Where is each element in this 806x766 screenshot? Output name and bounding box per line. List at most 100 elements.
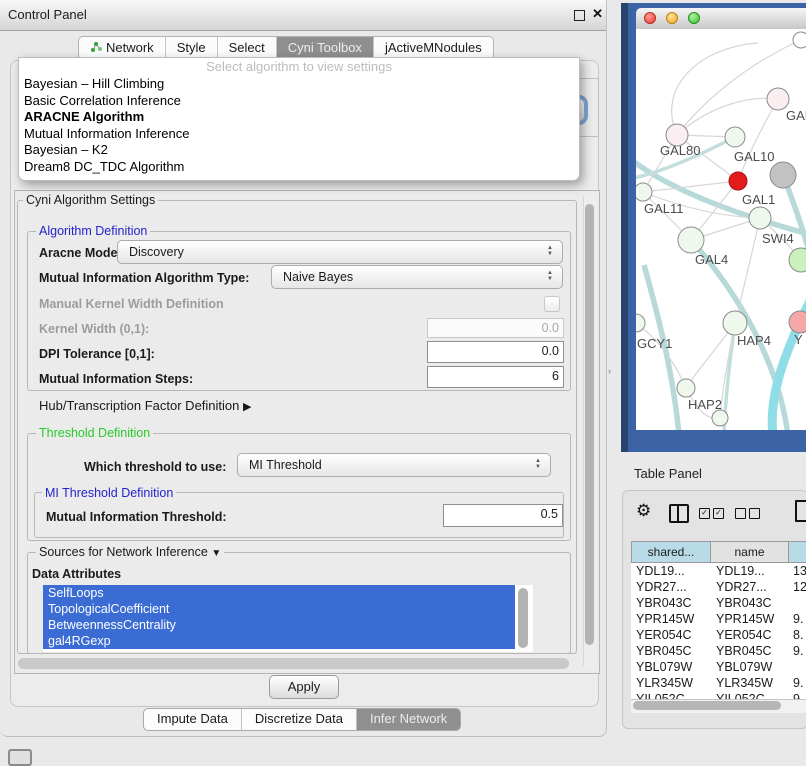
network-node[interactable] — [749, 207, 771, 229]
network-node-swi4[interactable] — [789, 248, 806, 272]
sources-group-title[interactable]: Sources for Network Inference ▼ — [36, 545, 224, 559]
network-canvas[interactable]: GALGAL80GAL10GAL1GAL11GAL4SWI4GCY1HAP4YH… — [636, 29, 806, 430]
close-window-icon[interactable] — [644, 12, 656, 24]
network-edge[interactable] — [735, 218, 760, 323]
algorithm-dropdown-placeholder: Select algorithm to view settings — [19, 59, 579, 76]
attribute-list-scrollbar-thumb[interactable] — [518, 588, 528, 648]
tab-cyni-toolbox[interactable]: Cyni Toolbox — [277, 37, 374, 59]
table-cell: YIL052C — [631, 691, 711, 699]
mi-steps-field[interactable]: 6 — [427, 366, 564, 388]
network-node-gal1[interactable] — [770, 162, 796, 188]
minimize-window-icon[interactable] — [666, 12, 678, 24]
table-panel-title: Table Panel — [634, 466, 702, 481]
close-icon[interactable]: ✕ — [592, 6, 603, 22]
column-layout-icon[interactable] — [669, 504, 689, 523]
mi-steps-label: Mutual Information Steps: — [39, 372, 193, 386]
panel-splitter-handle[interactable]: › — [608, 366, 611, 376]
network-edge[interactable] — [643, 181, 738, 192]
data-attribute-item[interactable]: BetweennessCentrality — [43, 617, 515, 633]
which-threshold-combobox[interactable]: MI Threshold ▲▼ — [237, 453, 551, 477]
network-node[interactable] — [712, 410, 728, 426]
network-node-gal4[interactable] — [678, 227, 704, 253]
which-threshold-value: MI Threshold — [249, 458, 322, 472]
network-node-gal[interactable] — [767, 88, 789, 110]
tab-style[interactable]: Style — [166, 37, 218, 59]
new-table-icon[interactable] — [795, 500, 806, 522]
network-node[interactable] — [729, 172, 747, 190]
select-all-checkbox-icon[interactable]: ✓ — [699, 508, 710, 519]
network-node-hap2[interactable] — [677, 379, 695, 397]
hub-definition-toggle[interactable]: Hub/Transcription Factor Definition ▶ — [39, 398, 251, 413]
settings-horizontal-scrollbar-thumb[interactable] — [18, 658, 569, 669]
table-row[interactable]: YBR043CYBR043C — [631, 595, 806, 611]
combobox-stepper-icon: ▲▼ — [547, 270, 553, 282]
network-node-hap4[interactable] — [723, 311, 747, 335]
network-node-gal11[interactable] — [636, 183, 652, 201]
combobox-stepper-icon: ▲▼ — [547, 245, 553, 257]
node-label: GCY1 — [637, 336, 672, 351]
bottom-tab-impute-data[interactable]: Impute Data — [144, 709, 242, 730]
control-panel: Control Panel ✕ Network StyleSelect Cyni T… — [0, 0, 607, 737]
zoom-window-icon[interactable] — [688, 12, 700, 24]
table-cell: 9 — [789, 691, 800, 699]
settings-vertical-scrollbar-thumb[interactable] — [585, 204, 594, 645]
network-icon — [90, 40, 102, 56]
gear-icon[interactable]: ⚙ — [636, 501, 651, 521]
aracne-mode-label: Aracne Mode: — [39, 246, 122, 260]
table-row[interactable]: YBR045CYBR045C9. — [631, 643, 806, 659]
apply-button[interactable]: Apply — [269, 675, 339, 699]
column-header[interactable]: name — [711, 541, 789, 563]
table-row[interactable]: YER054CYER054C8. — [631, 627, 806, 643]
mi-type-combobox[interactable]: Naive Bayes ▲▼ — [271, 265, 563, 289]
algorithm-option[interactable]: ARACNE Algorithm — [19, 109, 579, 126]
column-header[interactable]: shared... — [631, 541, 711, 563]
bottom-tab-discretize-data[interactable]: Discretize Data — [242, 709, 357, 730]
table-row[interactable]: YDR27...YDR27...12 — [631, 579, 806, 595]
node-label: GAL10 — [734, 149, 774, 164]
algorithm-option[interactable]: Dream8 DC_TDC Algorithm — [19, 159, 579, 176]
deselect-all-checkbox-icon[interactable] — [735, 508, 746, 519]
table-cell: YDR27... — [631, 579, 711, 595]
data-attribute-item[interactable]: TopologicalCoefficient — [43, 601, 515, 617]
kernel-width-field[interactable]: 0.0 — [427, 318, 564, 338]
table-row[interactable]: YDL19...YDL19...13 — [631, 563, 806, 579]
control-panel-titlebar: Control Panel ✕ — [0, 0, 606, 31]
aracne-mode-combobox[interactable]: Discovery ▲▼ — [117, 240, 563, 264]
float-window-icon[interactable] — [574, 10, 585, 21]
network-window-titlebar[interactable] — [636, 8, 806, 30]
table-cell: 9. — [789, 611, 803, 627]
algorithm-option[interactable]: Bayesian – K2 — [19, 142, 579, 159]
table-row[interactable]: YIL052CYIL052C9 — [631, 691, 806, 699]
network-edge[interactable] — [672, 43, 758, 135]
tab-select[interactable]: Select — [218, 37, 277, 59]
table-horizontal-scrollbar-thumb[interactable] — [633, 701, 781, 710]
column-header[interactable] — [789, 541, 806, 563]
network-node-gal10[interactable] — [725, 127, 745, 147]
network-node[interactable] — [793, 32, 806, 48]
tab-label: jActiveMNodules — [385, 40, 482, 55]
algorithm-option[interactable]: Bayesian – Hill Climbing — [19, 76, 579, 93]
tab-jactivemnodules[interactable]: jActiveMNodules — [374, 37, 493, 59]
bottom-tab-infer-network[interactable]: Infer Network — [357, 709, 460, 730]
hub-definition-label: Hub/Transcription Factor Definition — [39, 398, 239, 413]
mi-threshold-field[interactable]: 0.5 — [443, 504, 563, 527]
expanded-down-icon: ▼ — [211, 548, 221, 559]
collapsed-panel-button[interactable] — [8, 749, 32, 766]
table-row[interactable]: YLR345WYLR345W9. — [631, 675, 806, 691]
manual-kernel-checkbox[interactable] — [544, 296, 560, 312]
table-row[interactable]: YPR145WYPR145W9. — [631, 611, 806, 627]
table-row[interactable]: YBL079WYBL079W — [631, 659, 806, 675]
node-label: Y — [794, 332, 803, 347]
select-all-checkbox-icon[interactable]: ✓ — [713, 508, 724, 519]
tab-network[interactable]: Network — [79, 37, 166, 59]
data-attribute-item[interactable]: SelfLoops — [43, 585, 515, 601]
tab-label: Cyni Toolbox — [288, 40, 362, 55]
combobox-stepper-icon: ▲▼ — [535, 458, 541, 470]
data-attribute-item[interactable]: gal4RGexp — [43, 633, 515, 649]
deselect-all-checkbox-icon[interactable] — [749, 508, 760, 519]
tab-label: Network — [106, 40, 154, 55]
network-node-y[interactable] — [789, 311, 806, 333]
algorithm-option[interactable]: Mutual Information Inference — [19, 126, 579, 143]
dpi-tolerance-field[interactable]: 0.0 — [427, 341, 564, 363]
algorithm-option[interactable]: Basic Correlation Inference — [19, 93, 579, 110]
